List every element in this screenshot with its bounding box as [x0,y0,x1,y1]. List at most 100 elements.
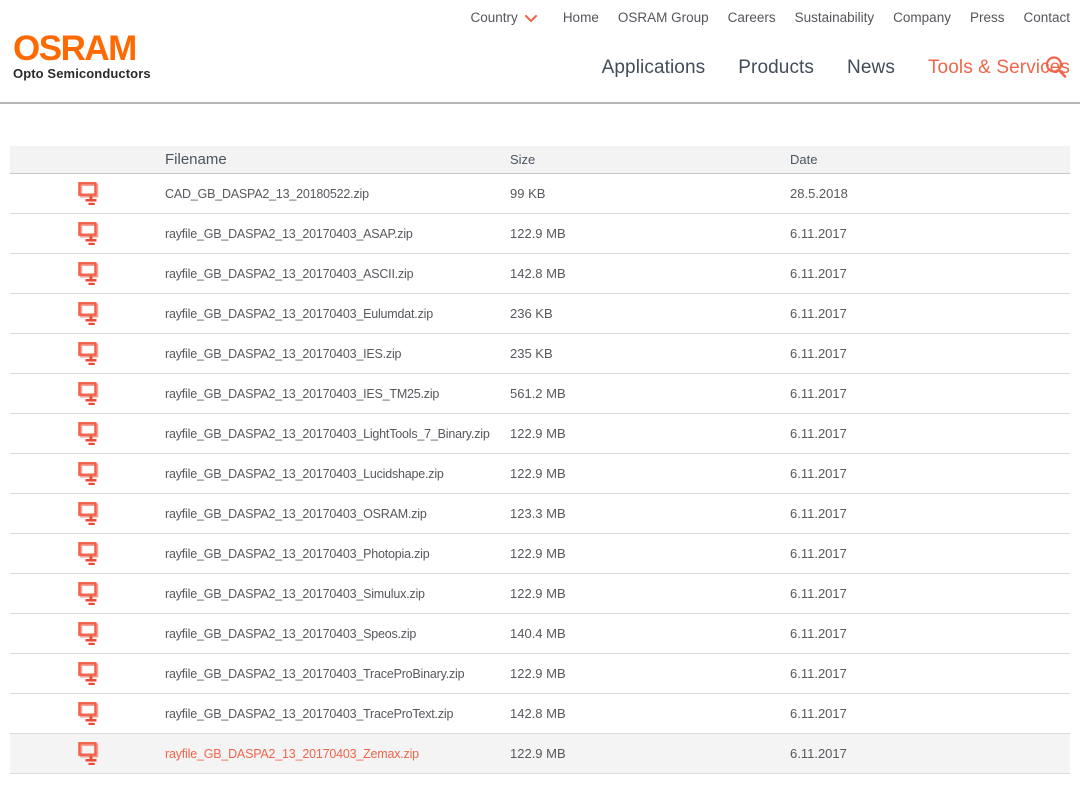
file-date: 6.11.2017 [790,226,1070,241]
osram-logo[interactable]: OSRAM Opto Semiconductors [13,34,151,81]
column-header-filename: Filename [165,151,510,168]
download-link[interactable] [77,381,99,406]
filename-link[interactable]: rayfile_GB_DASPA2_13_20170403_Speos.zip [165,627,416,641]
download-link[interactable] [77,261,99,286]
download-link[interactable] [77,621,99,646]
column-header-size: Size [510,152,790,167]
file-size: 122.9 MB [510,226,790,241]
main-nav-link[interactable]: Applications [602,57,706,79]
filename-cell: rayfile_GB_DASPA2_13_20170403_TraceProTe… [165,706,510,721]
download-link[interactable] [77,701,99,726]
file-date: 6.11.2017 [790,506,1070,521]
table-row: rayfile_GB_DASPA2_13_20170403_TraceProTe… [10,694,1070,734]
file-size: 122.9 MB [510,746,790,761]
file-date: 6.11.2017 [790,706,1070,721]
main-nav-link[interactable]: Products [738,57,814,79]
file-size: 122.9 MB [510,426,790,441]
column-header-date: Date [790,152,1070,167]
filename-link[interactable]: rayfile_GB_DASPA2_13_20170403_LightTools… [165,427,490,441]
page: OSRAM Opto Semiconductors Country Home OS… [0,0,1080,797]
icon-cell [10,301,165,326]
file-date: 6.11.2017 [790,426,1070,441]
utility-nav-links: Home OSRAM Group Careers Sustainability Comp… [563,10,1070,25]
filename-cell: rayfile_GB_DASPA2_13_20170403_IES.zip [165,346,510,361]
utility-nav-link[interactable]: Careers [728,10,776,25]
download-link[interactable] [77,421,99,446]
filename-cell: rayfile_GB_DASPA2_13_20170403_LightTools… [165,426,510,441]
icon-cell [10,421,165,446]
table-row: rayfile_GB_DASPA2_13_20170403_ASAP.zip 1… [10,214,1070,254]
country-label: Country [471,10,518,25]
filename-link[interactable]: rayfile_GB_DASPA2_13_20170403_ASAP.zip [165,227,413,241]
file-date: 28.5.2018 [790,186,1070,201]
filename-cell: rayfile_GB_DASPA2_13_20170403_Zemax.zip [165,746,510,761]
download-link[interactable] [77,301,99,326]
icon-cell [10,701,165,726]
utility-nav-link[interactable]: Sustainability [795,10,875,25]
file-date: 6.11.2017 [790,346,1070,361]
filename-cell: rayfile_GB_DASPA2_13_20170403_ASAP.zip [165,226,510,241]
filename-link[interactable]: rayfile_GB_DASPA2_13_20170403_Eulumdat.z… [165,307,433,321]
table-row: rayfile_GB_DASPA2_13_20170403_Eulumdat.z… [10,294,1070,334]
utility-nav-link[interactable]: Home [563,10,599,25]
filename-link[interactable]: rayfile_GB_DASPA2_13_20170403_TraceProBi… [165,667,464,681]
download-file-icon [77,541,99,566]
main-nav-link[interactable]: News [847,57,895,79]
file-size: 236 KB [510,306,790,321]
main-nav: ApplicationsProductsNewsTools & Services [602,57,1070,79]
filename-link[interactable]: rayfile_GB_DASPA2_13_20170403_Photopia.z… [165,547,429,561]
filename-link[interactable]: rayfile_GB_DASPA2_13_20170403_Lucidshape… [165,467,444,481]
filename-link[interactable]: rayfile_GB_DASPA2_13_20170403_Simulux.zi… [165,587,425,601]
file-size: 123.3 MB [510,506,790,521]
filename-link[interactable]: rayfile_GB_DASPA2_13_20170403_ASCII.zip [165,267,413,281]
utility-nav-link[interactable]: Company [893,10,951,25]
utility-nav-link[interactable]: Contact [1023,10,1070,25]
download-file-icon [77,341,99,366]
filename-link[interactable]: rayfile_GB_DASPA2_13_20170403_IES_TM25.z… [165,387,439,401]
table-header-row: Filename Size Date [10,146,1070,174]
filename-link[interactable]: CAD_GB_DASPA2_13_20180522.zip [165,187,369,201]
file-size: 122.9 MB [510,586,790,601]
file-size: 561.2 MB [510,386,790,401]
download-link[interactable] [77,741,99,766]
osram-logo-tagline: Opto Semiconductors [13,66,151,81]
download-link[interactable] [77,461,99,486]
search-button[interactable] [1044,55,1068,81]
utility-nav-link[interactable]: Press [970,10,1005,25]
download-file-icon [77,621,99,646]
filename-link[interactable]: rayfile_GB_DASPA2_13_20170403_Zemax.zip [165,747,419,761]
download-link[interactable] [77,501,99,526]
filename-link[interactable]: rayfile_GB_DASPA2_13_20170403_OSRAM.zip [165,507,427,521]
utility-nav: Country Home OSRAM Group Careers Sustainabi… [471,10,1070,25]
table-row: rayfile_GB_DASPA2_13_20170403_TraceProBi… [10,654,1070,694]
download-file-icon [77,461,99,486]
download-link[interactable] [77,661,99,686]
download-file-icon [77,501,99,526]
download-link[interactable] [77,541,99,566]
file-date: 6.11.2017 [790,306,1070,321]
table-row: rayfile_GB_DASPA2_13_20170403_Photopia.z… [10,534,1070,574]
utility-nav-link[interactable]: OSRAM Group [618,10,709,25]
download-file-icon [77,701,99,726]
filename-link[interactable]: rayfile_GB_DASPA2_13_20170403_TraceProTe… [165,707,453,721]
download-file-icon [77,301,99,326]
download-link[interactable] [77,581,99,606]
download-file-icon [77,381,99,406]
icon-cell [10,541,165,566]
filename-cell: rayfile_GB_DASPA2_13_20170403_Eulumdat.z… [165,306,510,321]
table-row: rayfile_GB_DASPA2_13_20170403_ASCII.zip … [10,254,1070,294]
file-date: 6.11.2017 [790,386,1070,401]
filename-cell: rayfile_GB_DASPA2_13_20170403_Speos.zip [165,626,510,641]
country-selector[interactable]: Country [471,10,537,25]
file-size: 142.8 MB [510,266,790,281]
icon-cell [10,661,165,686]
file-date: 6.11.2017 [790,586,1070,601]
download-link[interactable] [77,181,99,206]
icon-cell [10,221,165,246]
download-link[interactable] [77,341,99,366]
download-link[interactable] [77,221,99,246]
table-row: rayfile_GB_DASPA2_13_20170403_IES.zip 23… [10,334,1070,374]
file-size: 99 KB [510,186,790,201]
filename-link[interactable]: rayfile_GB_DASPA2_13_20170403_IES.zip [165,347,401,361]
table-body: CAD_GB_DASPA2_13_20180522.zip 99 KB 28.5… [10,174,1070,774]
